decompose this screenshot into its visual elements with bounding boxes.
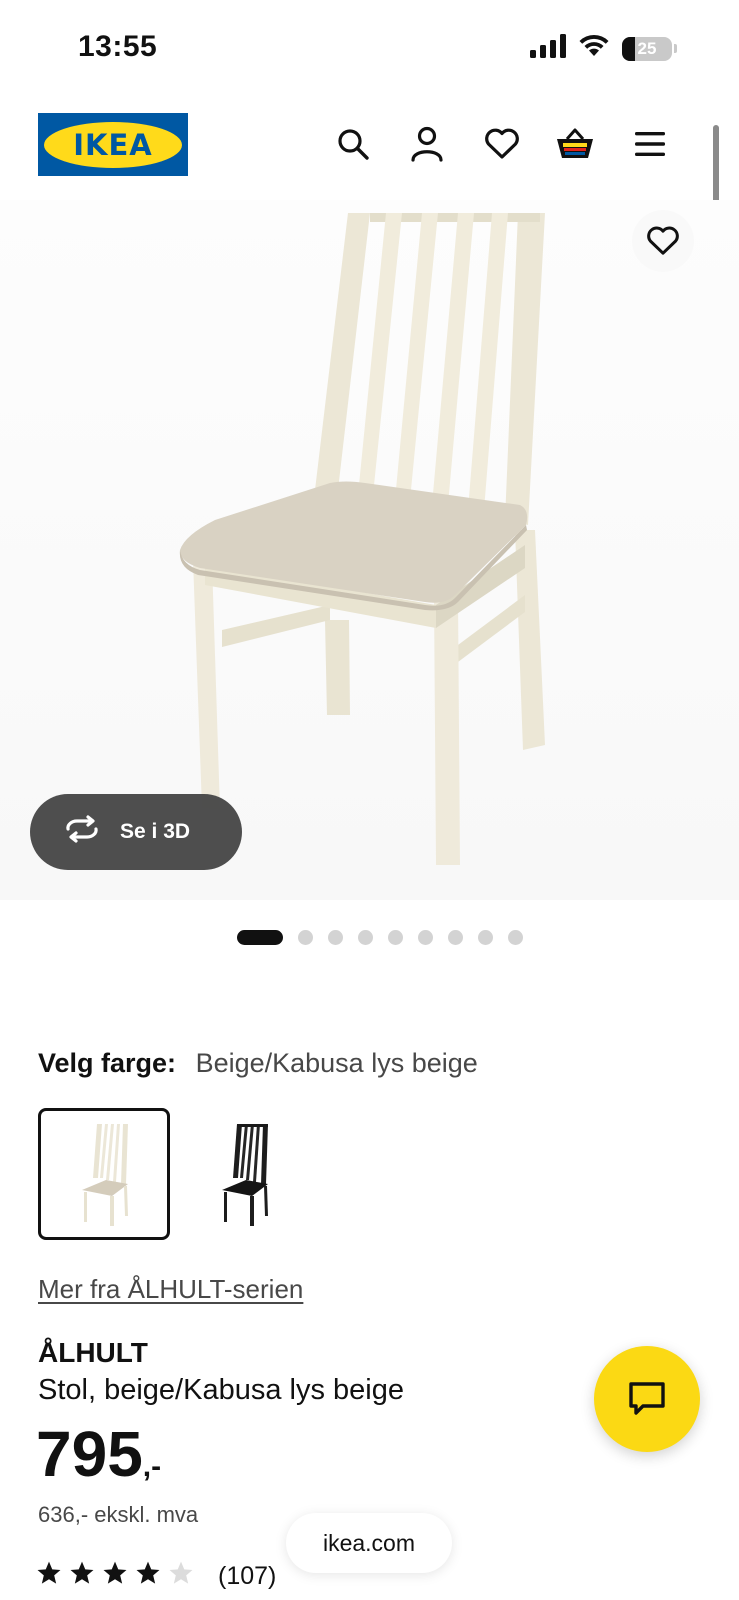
price-suffix: ,- xyxy=(142,1450,162,1483)
wifi-icon xyxy=(578,34,610,63)
color-label: Velg farge: xyxy=(38,1048,177,1078)
gallery-dot[interactable] xyxy=(477,930,493,945)
series-link[interactable]: Mer fra ÅLHULT-serien xyxy=(38,1274,303,1305)
gallery-dot[interactable] xyxy=(387,930,403,945)
star-filled-icon xyxy=(136,1561,160,1584)
star-filled-icon xyxy=(70,1561,94,1584)
search-icon[interactable] xyxy=(331,122,375,166)
ikea-logo[interactable]: IKEA xyxy=(38,113,188,176)
gallery-dot[interactable] xyxy=(447,930,463,945)
view-in-3d-button[interactable]: Se i 3D xyxy=(30,794,242,870)
menu-icon[interactable] xyxy=(628,122,672,166)
product-name: ÅLHULT xyxy=(38,1337,148,1368)
battery-level: 25 xyxy=(637,38,657,58)
status-bar: 13:55 25 xyxy=(0,0,739,100)
cellular-signal-icon xyxy=(530,34,566,63)
battery-icon: 25 xyxy=(622,36,672,61)
color-selector-label: Velg farge: Beige/Kabusa lys beige xyxy=(38,1048,478,1079)
site-header: IKEA xyxy=(0,100,739,190)
gallery-dot[interactable] xyxy=(507,930,523,945)
gallery-dot[interactable] xyxy=(327,930,343,945)
star-filled-icon xyxy=(103,1561,127,1584)
rating-stars[interactable] xyxy=(36,1560,194,1586)
beige-chair-thumbnail xyxy=(82,1124,128,1226)
favourite-button[interactable] xyxy=(632,210,694,272)
heart-icon xyxy=(647,226,679,255)
star-filled-icon xyxy=(37,1561,61,1584)
gallery-dot[interactable] xyxy=(417,930,433,945)
chat-button[interactable] xyxy=(594,1346,700,1452)
heart-icon[interactable] xyxy=(480,122,524,166)
product-price: 795,- xyxy=(36,1422,161,1486)
product-description: Stol, beige/Kabusa lys beige xyxy=(38,1374,404,1406)
selected-color-value: Beige/Kabusa lys beige xyxy=(195,1048,478,1078)
status-time: 13:55 xyxy=(78,30,158,63)
gallery-pagination xyxy=(0,930,739,945)
chat-icon xyxy=(629,1382,665,1415)
star-empty-icon xyxy=(169,1561,193,1584)
gallery-dot[interactable] xyxy=(236,930,283,945)
price-integer: 795 xyxy=(36,1418,143,1490)
review-count[interactable]: (107) xyxy=(218,1562,276,1591)
logo-text: IKEA xyxy=(73,127,153,162)
view-in-3d-label: Se i 3D xyxy=(120,820,191,843)
gallery-dot[interactable] xyxy=(357,930,373,945)
black-chair-thumbnail xyxy=(222,1124,268,1226)
rotate-3d-icon xyxy=(62,815,102,849)
account-icon[interactable] xyxy=(405,122,449,166)
gallery-dot[interactable] xyxy=(297,930,313,945)
browser-url: ikea.com xyxy=(322,1529,416,1556)
status-icons: 25 xyxy=(530,34,677,63)
black-chair-swatch[interactable] xyxy=(178,1108,310,1240)
logo-oval: IKEA xyxy=(44,121,182,168)
basket-icon[interactable] xyxy=(553,122,597,166)
beige-chair-swatch[interactable] xyxy=(38,1108,170,1240)
price-excl-vat: 636,- ekskl. mva xyxy=(38,1502,199,1527)
browser-url-bar[interactable]: ikea.com xyxy=(286,1513,452,1573)
battery-tip xyxy=(674,44,677,53)
